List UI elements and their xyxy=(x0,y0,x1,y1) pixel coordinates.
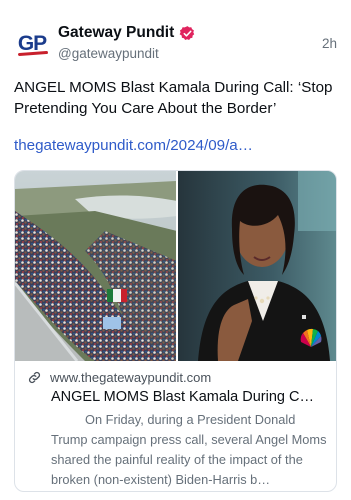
display-name[interactable]: Gateway Pundit xyxy=(58,24,174,42)
gateway-pundit-logo: GP xyxy=(17,32,48,57)
avatar[interactable]: GP xyxy=(14,26,50,62)
post-card[interactable]: GP Gateway Pundit @gatewaypundit 2h ANGE… xyxy=(0,0,351,500)
card-description: On Friday, during a President Donald Tru… xyxy=(51,410,327,490)
link-preview-card[interactable]: www.thegatewaypundit.com ANGEL MOMS Blas… xyxy=(14,170,337,492)
preview-images xyxy=(15,171,336,361)
author-handle[interactable]: @gatewaypundit xyxy=(58,46,159,61)
link-icon xyxy=(27,370,42,385)
post-text: ANGEL MOMS Blast Kamala During Call: ‘St… xyxy=(14,79,333,117)
post-header: GP Gateway Pundit @gatewaypundit 2h xyxy=(14,20,337,68)
post-timestamp[interactable]: 2h xyxy=(322,36,337,51)
card-meta: www.thegatewaypundit.com ANGEL MOMS Blas… xyxy=(15,369,336,490)
verified-badge-icon xyxy=(179,25,196,42)
card-description-text: On Friday, during a President Donald Tru… xyxy=(51,412,327,487)
domain-row: www.thegatewaypundit.com xyxy=(27,369,324,385)
post-link[interactable]: thegatewaypundit.com/2024/09/a… xyxy=(14,137,253,154)
crowd-photo xyxy=(15,171,176,361)
card-domain: www.thegatewaypundit.com xyxy=(50,369,212,385)
card-title[interactable]: ANGEL MOMS Blast Kamala During C… xyxy=(51,389,331,405)
speaker-photo xyxy=(177,171,336,361)
name-row: Gateway Pundit xyxy=(58,24,196,42)
